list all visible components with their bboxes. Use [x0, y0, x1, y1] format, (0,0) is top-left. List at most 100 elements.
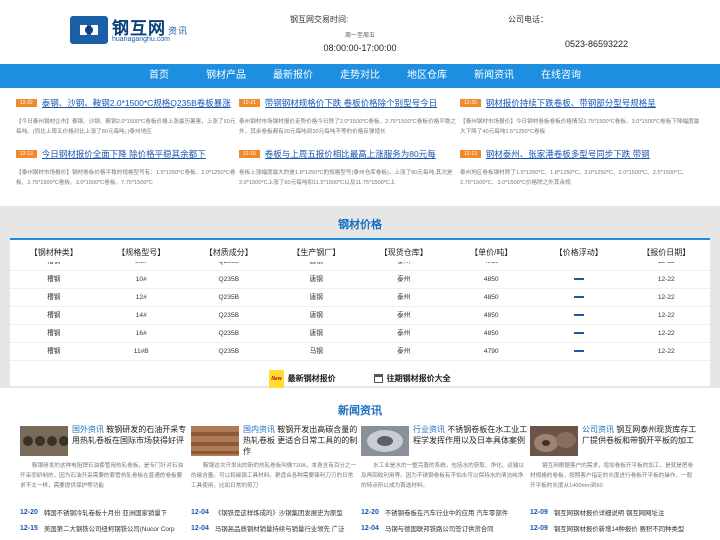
list-item[interactable]: 12-20 韩国不锈钢冷轧卷板十月份 亚洲国家销量下 — [20, 504, 190, 520]
news-card-title[interactable]: 行业资讯 不锈钢卷板在水工业工程学发挥作用以及日本具体案例 — [413, 424, 531, 457]
news-headline-link[interactable]: 带钢钢材规格价下跌 卷板价格除个别型号今日 — [265, 97, 437, 109]
news-block: 12-20 钢材报价持续下跌卷板、带钢部分型号规格呈 【泰州钢材市场报价】今日钢材… — [460, 96, 700, 137]
col-header: 【规格型号】 — [117, 248, 166, 257]
price-table-body[interactable]: 槽钢 6.3# Q235B 唐钢 泰州 4910 12-22 槽钢 10# Q2… — [10, 262, 710, 368]
main-nav: 首页 钢材产品 最新报价 走势对比 地区仓库 新闻资讯 在线咨询 — [0, 64, 720, 88]
list-date: 12-20 — [20, 508, 38, 516]
cell-warehouse: 泰州 — [397, 312, 411, 319]
cell-mill: 唐钢 — [309, 312, 323, 319]
cell-warehouse: 泰州 — [397, 330, 411, 337]
news-thumbnail[interactable] — [191, 426, 239, 456]
news-block: 12-13 钢材泰州、张家港卷板多型号同步下跌 带钢 泰州地区卷板钢材除了1.5*… — [460, 147, 700, 188]
list-item[interactable]: 12-04 《钢铁是这样炼成的》沙钢集团发展史为原型 — [191, 504, 361, 520]
list-date: 12-20 — [361, 508, 379, 516]
list-item[interactable]: 12-09 钢互网钢材报价详细说明 钢互网网址注 — [530, 504, 700, 520]
logo-mark-icon — [70, 16, 108, 44]
col-header: 【材质成分】 — [204, 248, 253, 257]
list-item[interactable]: 12-09 钢互网钢材报价新增14种报价 赛积不同种类型 — [530, 520, 700, 536]
col-header: 【单价/吨】 — [470, 248, 513, 257]
news-card[interactable]: 国内资讯 鞍钢开发出高碳含量的热轧卷板 更适合日常工具的的制作 鞍钢这次开发出的… — [191, 424, 361, 496]
top-news-column: 12-20 钢材报价持续下跌卷板、带钢部分型号规格呈 【泰州钢材市场报价】今日钢材… — [460, 96, 700, 188]
nav-news[interactable]: 新闻资讯 — [461, 64, 528, 88]
list-date: 12-04 — [361, 524, 379, 532]
hours-label: 钢互网交易时间: — [290, 15, 349, 24]
news-category: 行业资讯 — [413, 425, 445, 434]
col-header: 【价格浮动】 — [554, 248, 603, 257]
table-row: 槽钢 12# Q235B 唐钢 泰州 4850 12-22 — [10, 289, 710, 307]
table-row: 槽钢 16# Q235B 唐钢 泰州 4850 12-22 — [10, 325, 710, 343]
news-list: 12-20 韩国不锈钢冷轧卷板十月份 亚洲国家销量下 12-15 美国第二大钢铁公司… — [20, 504, 190, 536]
cell-type: 槽钢 — [47, 348, 61, 355]
news-thumbnail[interactable] — [530, 426, 578, 456]
nav-warehouses[interactable]: 地区仓库 — [394, 64, 461, 88]
list-title: 韩国不锈钢冷轧卷板十月份 亚洲国家销量下 — [43, 509, 168, 517]
hours-days: 周一至周五 — [344, 33, 375, 39]
news-card[interactable]: 国外资讯 鞍钢研发的石油开采专用热轧卷板在国际市场获得好评 鞍钢研发的这种电阻焊… — [20, 424, 190, 496]
news-block: 12-21 带钢钢材规格价下跌 卷板价格除个别型号今日 泰州钢材市场钢材报价走势价… — [239, 96, 461, 137]
cell-warehouse: 泰州 — [397, 276, 411, 283]
list-item[interactable]: 12-04 马钢高品质钢材销量持续与销量行业领先 广泛 — [191, 520, 361, 536]
news-card-title[interactable]: 国外资讯 鞍钢研发的石油开采专用热轧卷板在国际市场获得好评 — [72, 424, 190, 457]
top-news: 12-22 泰钢、沙钢、鞍钢2.0*1500*C规格Q235B卷板暴涨 【今日泰州… — [0, 88, 720, 206]
cell-date: 12-22 — [657, 330, 675, 337]
news-thumbnail[interactable] — [361, 426, 409, 456]
cell-spec: 10# — [135, 276, 147, 283]
news-date: 12-15 — [239, 150, 260, 158]
price-table-header: 【钢材种类】 【规格型号】 【材质成分】 【生产钢厂】 【现货仓库】 【单价/吨… — [10, 244, 710, 262]
flat-trend-icon — [573, 296, 584, 299]
new-badge-icon: New — [269, 370, 284, 388]
news-card-desc: 水工业是水的一整完善的系统，包括水的获取、净化、运输以及再回收利用等。因为不锈钢… — [361, 463, 525, 489]
nav-latest-prices[interactable]: 最新报价 — [260, 64, 327, 88]
news-card-title[interactable]: 国内资讯 鞍钢开发出高碳含量的热轧卷板 更适合日常工具的的制作 — [243, 424, 361, 457]
latest-price-link[interactable]: New 最新钢材报价 — [269, 370, 336, 388]
news-headline-link[interactable]: 卷板与上周五报价相比最高上涨服务为80元每 — [265, 148, 436, 160]
col-header: 【生产钢厂】 — [292, 248, 341, 257]
nav-consult[interactable]: 在线咨询 — [528, 64, 595, 88]
cell-change — [535, 325, 623, 342]
cell-warehouse: 泰州 — [397, 348, 411, 355]
nav-products[interactable]: 钢材产品 — [193, 64, 260, 88]
price-section-title: 钢材价格 — [338, 219, 382, 231]
news-card[interactable]: 行业资讯 不锈钢卷板在水工业工程学发挥作用以及日本具体案例 水工业是水的一整完善… — [361, 424, 531, 496]
table-row: 槽钢 14# Q235B 唐钢 泰州 4850 12-22 — [10, 307, 710, 325]
news-headline-link[interactable]: 今日钢材报价全面下降 除价格平稳其余都下 — [42, 148, 206, 160]
news-thumbnail[interactable] — [20, 426, 68, 456]
list-item[interactable]: 12-04 马钢与德国联邦铁路公司签订供货合同 — [361, 520, 531, 536]
table-row: 槽钢 10# Q235B 唐钢 泰州 4850 12-22 — [10, 271, 710, 289]
flat-trend-icon — [573, 314, 584, 317]
trading-hours: 钢互网交易时间: 周一至周五 08:00:00-17:00:00 — [290, 14, 430, 53]
cell-date: 12-22 — [657, 276, 675, 283]
flat-trend-icon — [573, 332, 584, 335]
logo-domain: huanaganghu.com — [112, 36, 170, 43]
cell-spec: 11#B — [133, 348, 149, 355]
news-headline-link[interactable]: 钢材泰州、张家港卷板多型号同步下跌 带钢 — [486, 148, 650, 160]
logo-badge: 资讯 — [168, 26, 189, 36]
nav-home[interactable]: 首页 — [126, 64, 193, 88]
news-summary: 【泰州钢材市场报价】钢材卷板价格平稳的规格型号有：1.5*1250*C卷板、2.… — [16, 170, 236, 186]
cell-price: 4850 — [483, 276, 499, 283]
nav-trend-compare[interactable]: 走势对比 — [327, 64, 394, 88]
news-card-title[interactable]: 公司资讯 钢互网泰州现货库存工厂提供卷板和带钢开平板的加工 — [582, 424, 700, 457]
list-date: 12-09 — [530, 508, 548, 516]
list-item[interactable]: 12-20 不锈钢卷板在汽车行业中的应用 汽车零部件 — [361, 504, 531, 520]
history-price-link[interactable]: 往期钢材报价大全 — [373, 370, 451, 388]
news-headline-link[interactable]: 泰钢、沙钢、鞍钢2.0*1500*C规格Q235B卷板暴涨 — [42, 97, 231, 109]
list-item[interactable]: 12-15 美国第二大钢铁公司纽柯钢铁公司(Nucor Corp — [20, 520, 190, 536]
cell-price: 4790 — [483, 348, 499, 355]
site-logo[interactable]: 钢互网 资讯 huanaganghu.com — [70, 14, 200, 48]
cell-mill: 唐钢 — [309, 330, 323, 337]
news-headline-link[interactable]: 钢材报价持续下跌卷板、带钢部分型号规格呈 — [486, 97, 656, 109]
cell-type: 槽钢 — [47, 330, 61, 337]
list-date: 12-15 — [20, 524, 38, 532]
price-section: 钢材价格 【钢材种类】 【规格型号】 【材质成分】 【生产钢厂】 【现货仓库】 … — [0, 206, 720, 388]
news-card-desc: 鞍钢这次开发出的新的热轧卷板叫做T10A，本身含有百分之一的碳含量。可以和碳钢工… — [191, 463, 357, 489]
cell-change — [535, 343, 623, 360]
phone-label: 公司电话： — [508, 15, 548, 24]
cell-warehouse: 泰州 — [397, 294, 411, 301]
news-card[interactable]: 公司资讯 钢互网泰州现货库存工厂提供卷板和带钢开平板的加工 钢互网根据客户的需求… — [530, 424, 700, 496]
price-rows: 槽钢 6.3# Q235B 唐钢 泰州 4910 12-22 槽钢 10# Q2… — [10, 262, 710, 361]
news-list: 12-09 钢互网钢材报价详细说明 钢互网网址注 12-09 钢互网钢材报价新增14… — [530, 504, 700, 536]
cell-date: 12-22 — [657, 312, 675, 319]
news-block: 12-22 泰钢、沙钢、鞍钢2.0*1500*C规格Q235B卷板暴涨 【今日泰州… — [16, 96, 238, 137]
company-phone: 公司电话： 0523-86593222 — [508, 14, 628, 49]
